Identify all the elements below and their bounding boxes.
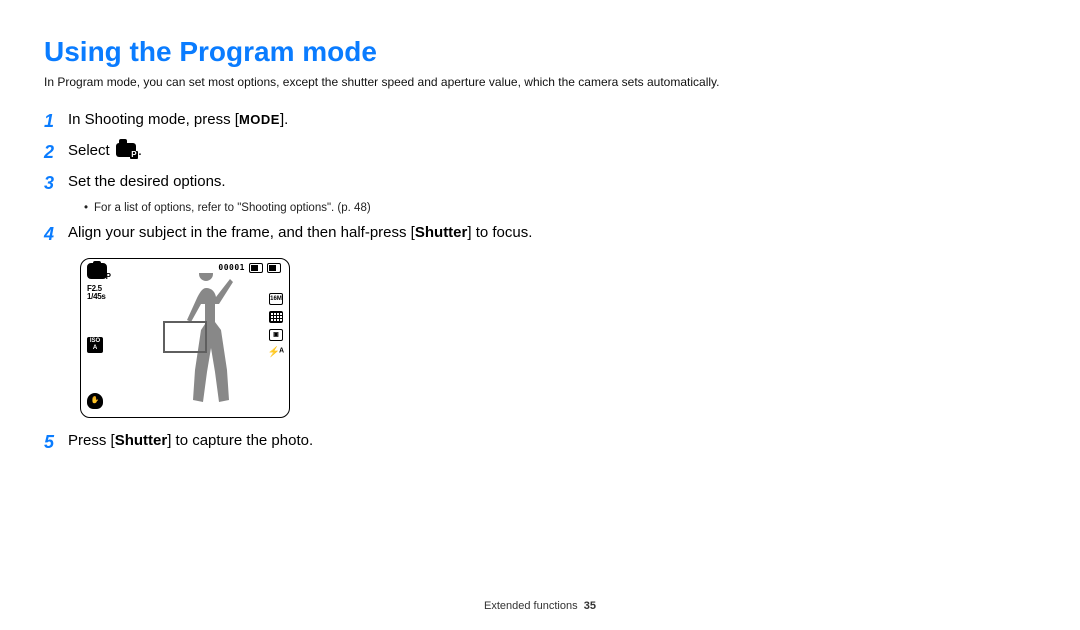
text-fragment: Align your subject in the frame, and the… (68, 224, 415, 241)
exposure-readout: F2.5 1/45s (87, 285, 106, 302)
camera-lcd-illustration: 00001 F2.5 1/45s ISO A ✋ 16M ▣ ⚡ᴬ (80, 258, 290, 418)
page-footer: Extended functions 35 (0, 600, 1080, 612)
step-text: In Shooting mode, press [MODE]. (68, 109, 288, 132)
step-text: Press [Shutter] to capture the photo. (68, 430, 313, 453)
lcd-top-status: 00001 (218, 263, 281, 273)
lcd-right-icons: 16M ▣ ⚡ᴬ (268, 293, 283, 358)
image-size-icon: 16M (269, 293, 283, 305)
metering-icon: ▣ (269, 329, 283, 341)
flash-auto-icon: ⚡ᴬ (268, 347, 283, 358)
mode-indicator-icon (87, 263, 107, 279)
intro-text: In Program mode, you can set most option… (44, 74, 1036, 91)
step-number: 3 (44, 171, 68, 196)
step-number: 1 (44, 109, 68, 134)
bullet-icon: • (84, 202, 88, 214)
stabilization-icon: ✋ (87, 393, 103, 409)
step-number: 2 (44, 140, 68, 165)
shutter-label: Shutter (415, 224, 468, 241)
program-mode-icon (116, 143, 136, 157)
text-fragment: A (87, 345, 103, 352)
frame-counter: 00001 (218, 263, 245, 272)
step-text: Set the desired options. (68, 171, 226, 194)
step-number: 5 (44, 430, 68, 455)
shutter-label: Shutter (115, 432, 168, 449)
step-5: 5 Press [Shutter] to capture the photo. (44, 430, 724, 455)
quality-icon (269, 311, 283, 323)
text-fragment: In Shooting mode, press [ (68, 111, 239, 128)
text-fragment: Select (68, 142, 114, 159)
text-fragment: ] to capture the photo. (167, 432, 313, 449)
text-fragment: Press [ (68, 432, 115, 449)
step-number: 4 (44, 222, 68, 247)
step-3-subnote: • For a list of options, refer to "Shooti… (84, 202, 724, 214)
step-list: 1 In Shooting mode, press [MODE]. 2 Sele… (44, 109, 724, 455)
step-2: 2 Select . (44, 140, 724, 165)
battery-icon (267, 263, 281, 273)
manual-page: Using the Program mode In Program mode, … (0, 0, 1080, 630)
text-fragment: ISO (87, 338, 103, 345)
step-1: 1 In Shooting mode, press [MODE]. (44, 109, 724, 134)
step-text: Align your subject in the frame, and the… (68, 222, 532, 245)
page-heading: Using the Program mode (44, 36, 1036, 68)
section-name: Extended functions (484, 600, 578, 612)
mode-button-label: MODE (239, 112, 280, 127)
focus-frame (163, 321, 207, 353)
text-fragment: ]. (280, 111, 288, 128)
step-text: Select . (68, 140, 142, 163)
shutter-speed-value: 1/45s (87, 293, 106, 301)
page-number: 35 (584, 600, 596, 612)
text-fragment: ] to focus. (467, 224, 532, 241)
iso-indicator-icon: ISO A (87, 337, 103, 353)
step-4: 4 Align your subject in the frame, and t… (44, 222, 724, 247)
step-3: 3 Set the desired options. (44, 171, 724, 196)
text-fragment: For a list of options, refer to "Shootin… (94, 202, 371, 214)
card-icon (249, 263, 263, 273)
text-fragment: . (138, 142, 142, 159)
